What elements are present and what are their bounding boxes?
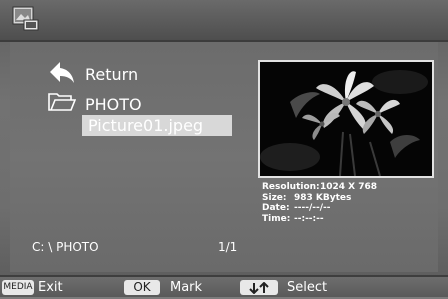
file-info: Resolution: 1024 X 768 Size: 983 KBytes Da… <box>262 182 377 224</box>
image-preview <box>258 60 434 178</box>
up-down-key[interactable] <box>240 280 278 295</box>
up-down-arrows-icon <box>248 281 270 297</box>
return-item[interactable]: Return <box>48 60 138 88</box>
size-value: 983 KBytes <box>294 192 352 203</box>
resolution-value: 1024 X 768 <box>320 182 378 192</box>
time-key: Time: <box>262 213 291 224</box>
photo-viewer-icon <box>12 6 40 32</box>
folder-label: PHOTO <box>85 94 142 114</box>
page-indicator: 1/1 <box>218 240 238 254</box>
ok-key[interactable]: OK <box>124 280 160 295</box>
folder-icon <box>48 93 77 115</box>
resolution-key: Resolution: <box>262 182 320 192</box>
current-path: C: \ PHOTO <box>32 240 99 254</box>
mark-label: Mark <box>170 280 203 295</box>
time-value: --:--:-- <box>294 213 324 224</box>
return-label: Return <box>85 64 139 84</box>
return-arrow-icon <box>48 60 76 88</box>
folder-item-photo[interactable]: PHOTO <box>48 93 142 115</box>
media-key[interactable]: MEDIA <box>2 280 34 295</box>
exit-label: Exit <box>38 280 63 295</box>
screen: Return PHOTO Picture01.jpeg Resolution: … <box>0 0 448 297</box>
file-name: Picture01.jpeg <box>88 116 204 135</box>
date-value: ----/--/-- <box>294 203 331 213</box>
date-key: Date: <box>262 203 290 213</box>
title-bar <box>0 0 448 42</box>
bottom-bar: MEDIA Exit OK Mark Select <box>0 275 448 297</box>
select-label: Select <box>287 280 328 295</box>
file-item-selected[interactable]: Picture01.jpeg <box>82 115 232 136</box>
size-key: Size: <box>262 192 287 203</box>
